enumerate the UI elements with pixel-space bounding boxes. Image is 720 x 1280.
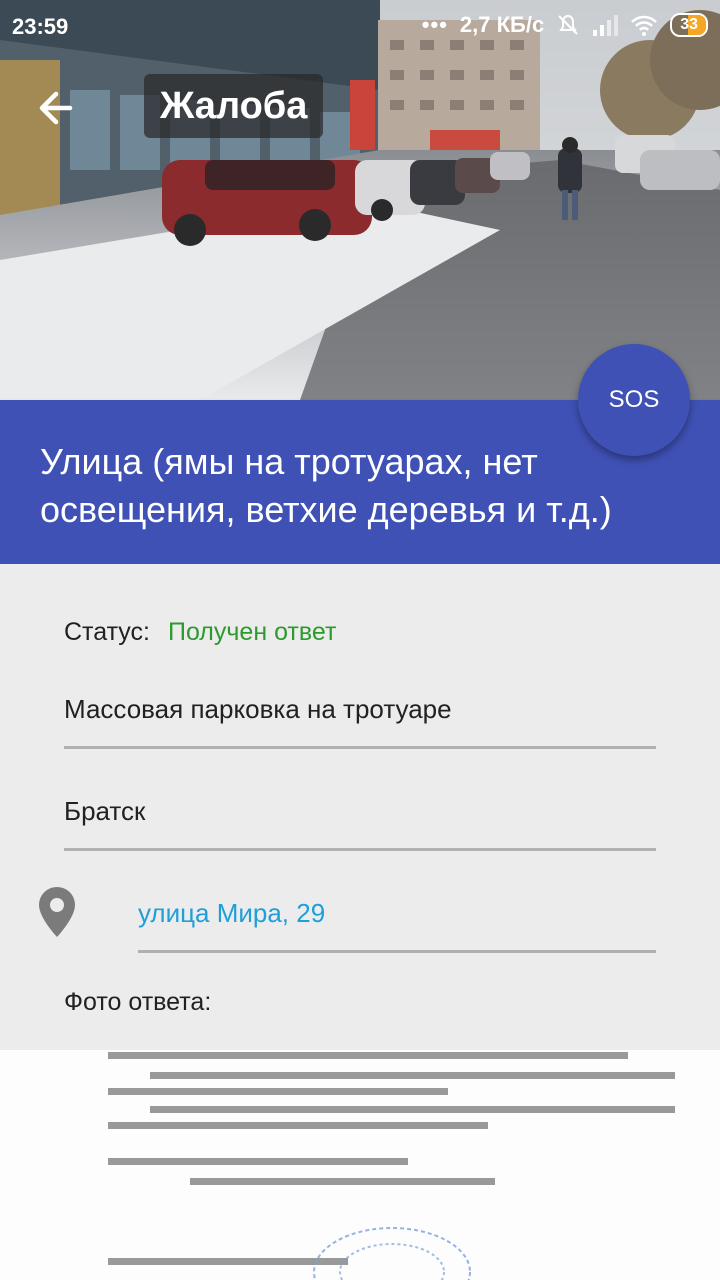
signal-icon xyxy=(592,14,619,36)
wifi-icon xyxy=(630,14,658,36)
city-text: Братск xyxy=(64,796,146,826)
status-time: 23:59 xyxy=(12,14,69,39)
address-underline xyxy=(138,950,656,953)
battery-icon: 33 xyxy=(670,13,708,37)
address-link[interactable]: улица Мира, 29 xyxy=(138,898,656,953)
status-value: Получен ответ xyxy=(167,618,337,646)
category-text: Улица (ямы на тротуарах, нет освещения, … xyxy=(40,441,612,530)
network-speed: 2,7 КБ/с xyxy=(459,12,545,37)
location-pin-icon xyxy=(38,886,76,938)
city-field[interactable]: Братск xyxy=(64,796,656,851)
dots-icon: ••• xyxy=(421,12,448,37)
complaint-details: Статус: Получен ответ Массовая парковка н… xyxy=(0,564,720,1050)
battery-level: 33 xyxy=(680,16,698,33)
mute-icon xyxy=(556,13,580,37)
city-underline xyxy=(64,848,656,851)
page-title: Жалоба xyxy=(144,74,324,138)
status-row: Статус: Получен ответ xyxy=(64,618,336,647)
status-bar: 23:59 ••• 2,7 КБ/с 33 xyxy=(0,0,720,52)
sos-button[interactable]: SOS xyxy=(578,344,690,456)
subject-text: Массовая парковка на тротуаре xyxy=(64,694,452,724)
answer-photo[interactable] xyxy=(0,1050,720,1280)
address-text: улица Мира, 29 xyxy=(138,898,326,928)
subject-underline xyxy=(64,746,656,749)
answer-photo-label: Фото ответа: xyxy=(64,988,212,1016)
status-label: Статус: xyxy=(64,618,150,646)
subject-field[interactable]: Массовая парковка на тротуаре xyxy=(64,694,656,749)
complaint-photo: 23:59 ••• 2,7 КБ/с 33 Жалоба xyxy=(0,0,720,400)
arrow-back-icon[interactable] xyxy=(30,82,82,134)
